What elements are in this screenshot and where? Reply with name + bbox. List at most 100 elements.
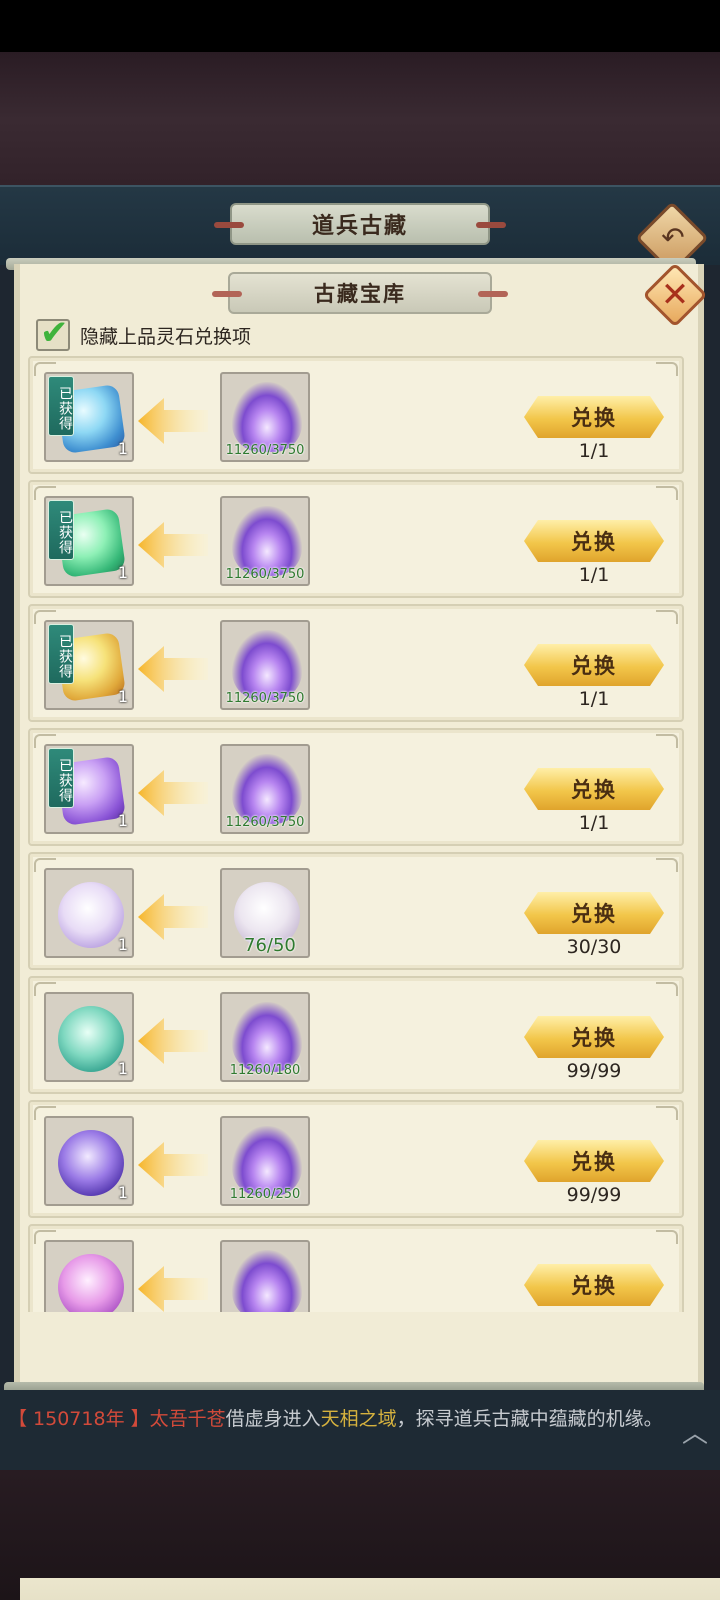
message-year: 【 150718年 】 [8, 1408, 150, 1430]
obtained-badge: 已获得 [48, 500, 74, 560]
hide-premium-checkbox[interactable]: ✔ [36, 313, 70, 353]
exchange-button-label: 兑换 [571, 1026, 617, 1050]
message-text: 【 150718年 】太吾千苍借虚身进入天相之域，探寻道兵古藏中蕴藏的机缘。 [8, 1406, 668, 1432]
reward-count: 1 [117, 935, 128, 954]
row-corner-ornament [656, 734, 678, 748]
cost-count: 76/50 [244, 935, 296, 956]
obtained-badge: 已获得 [48, 624, 74, 684]
exchange-button[interactable]: 兑换 [524, 1140, 664, 1182]
reward-item-slot[interactable]: 已获得 1 [44, 620, 134, 710]
cost-count: 11260/250 [229, 1187, 301, 1202]
outer-title-plaque: 道兵古藏 [214, 203, 506, 245]
reward-item-slot[interactable]: 1 [44, 1116, 134, 1206]
reward-count: 1 [117, 563, 128, 582]
cost-count: 11260/3750 [225, 443, 305, 458]
purple-flame-icon [232, 1126, 302, 1196]
exchange-limit: 1/1 [578, 688, 610, 710]
exchange-button-label: 兑换 [571, 406, 617, 430]
cost-item-slot[interactable]: 11260/3750 [220, 496, 310, 586]
reward-item-slot[interactable]: 已获得 1 [44, 496, 134, 586]
taiji-orb-icon [58, 882, 124, 948]
message-part2: ，探寻道兵古藏中蕴藏的机缘。 [396, 1408, 663, 1430]
exchange-button[interactable]: 兑换 [524, 520, 664, 562]
reward-item-slot[interactable]: 1 [44, 992, 134, 1082]
left-arrow-icon [138, 1018, 208, 1064]
exchange-button-label: 兑换 [571, 778, 617, 802]
reward-item-slot[interactable]: 已获得 1 [44, 372, 134, 462]
message-name: 太吾千苍 [149, 1408, 226, 1430]
exchange-button[interactable]: 兑换 [524, 768, 664, 810]
row-corner-ornament [656, 486, 678, 500]
jade-orb-icon [58, 1006, 124, 1072]
exchange-row: 1 76/50 兑换 30/30 [28, 852, 684, 970]
purple-flame-icon [232, 382, 302, 452]
exchange-row: 兑换 [28, 1224, 684, 1312]
reward-count: 1 [117, 687, 128, 706]
cost-item-slot[interactable]: 11260/180 [220, 992, 310, 1082]
scroll-paper-bottom [20, 1578, 720, 1600]
exchange-row: 已获得 1 11260/3750 兑换 1/1 [28, 356, 684, 474]
left-arrow-icon [138, 1142, 208, 1188]
cost-item-slot[interactable]: 11260/3750 [220, 744, 310, 834]
left-arrow-icon [138, 1266, 208, 1312]
purple-flame-icon [232, 506, 302, 576]
checkmark-icon: ✔ [40, 313, 69, 353]
row-corner-ornament [656, 362, 678, 376]
reward-item-slot[interactable]: 已获得 1 [44, 744, 134, 834]
cost-count: 11260/3750 [225, 567, 305, 582]
panel-title: 古藏宝库 [314, 282, 406, 306]
hide-premium-label: 隐藏上品灵石兑换项 [80, 325, 252, 348]
exchange-button[interactable]: 兑换 [524, 396, 664, 438]
row-corner-ornament [656, 982, 678, 996]
left-arrow-icon [138, 398, 208, 444]
cost-count: 11260/3750 [225, 691, 305, 706]
cost-count: 11260/3750 [225, 815, 305, 830]
cost-item-slot[interactable] [220, 1240, 310, 1312]
reward-count: 1 [117, 811, 128, 830]
pink-orb-icon [58, 1254, 124, 1312]
back-arrow-icon[interactable]: ↶ [655, 220, 691, 256]
exchange-limit: 1/1 [578, 440, 610, 462]
message-part1: 借虚身进入 [225, 1408, 321, 1430]
left-arrow-icon [138, 522, 208, 568]
reward-item-slot[interactable]: 1 [44, 868, 134, 958]
cost-item-slot[interactable]: 76/50 [220, 868, 310, 958]
left-arrow-icon [138, 894, 208, 940]
row-corner-ornament [656, 1106, 678, 1120]
left-arrow-icon [138, 770, 208, 816]
exchange-row: 已获得 1 11260/3750 兑换 1/1 [28, 604, 684, 722]
panel-title-plaque: 古藏宝库 [212, 272, 508, 314]
exchange-button-label: 兑换 [571, 530, 617, 554]
violet-orb-icon [58, 1130, 124, 1196]
purple-flame-icon [232, 1002, 302, 1072]
reward-item-slot[interactable] [44, 1240, 134, 1312]
exchange-list[interactable]: 已获得 1 11260/3750 兑换 1/1 已获得 1 11260/3750 兑换 1/1 已获… [26, 356, 686, 1312]
row-corner-ornament [656, 1230, 678, 1244]
reward-count: 1 [117, 1183, 128, 1202]
obtained-badge: 已获得 [48, 748, 74, 808]
exchange-button[interactable]: 兑换 [524, 644, 664, 686]
reward-count: 1 [117, 1059, 128, 1078]
exchange-limit: 99/99 [566, 1184, 622, 1206]
exchange-button-label: 兑换 [571, 654, 617, 678]
cost-item-slot[interactable]: 11260/3750 [220, 620, 310, 710]
exchange-button[interactable]: 兑换 [524, 1016, 664, 1058]
exchange-button-label: 兑换 [571, 1150, 617, 1174]
game-screen: 道兵古藏 ↶ 古藏宝库 ✕ ✔ 隐藏上品灵石兑换项 已获得 1 11260/3750… [0, 0, 720, 1600]
cost-item-slot[interactable]: 11260/3750 [220, 372, 310, 462]
chevron-up-icon[interactable]: ︿ [678, 1421, 712, 1447]
exchange-button[interactable]: 兑换 [524, 892, 664, 934]
purple-flame-icon [232, 754, 302, 824]
outer-title: 道兵古藏 [311, 214, 408, 239]
cost-count: 11260/180 [229, 1063, 301, 1078]
hide-premium-toggle[interactable]: ✔ 隐藏上品灵石兑换项 [36, 313, 252, 353]
close-icon[interactable]: ✕ [652, 272, 698, 318]
cost-item-slot[interactable]: 11260/250 [220, 1116, 310, 1206]
exchange-limit: 1/1 [578, 812, 610, 834]
exchange-limit: 1/1 [578, 564, 610, 586]
purple-flame-icon [232, 630, 302, 700]
exchange-button[interactable]: 兑换 [524, 1264, 664, 1306]
exchange-button-label: 兑换 [571, 1274, 617, 1298]
exchange-row: 1 11260/250 兑换 99/99 [28, 1100, 684, 1218]
exchange-row: 已获得 1 11260/3750 兑换 1/1 [28, 480, 684, 598]
